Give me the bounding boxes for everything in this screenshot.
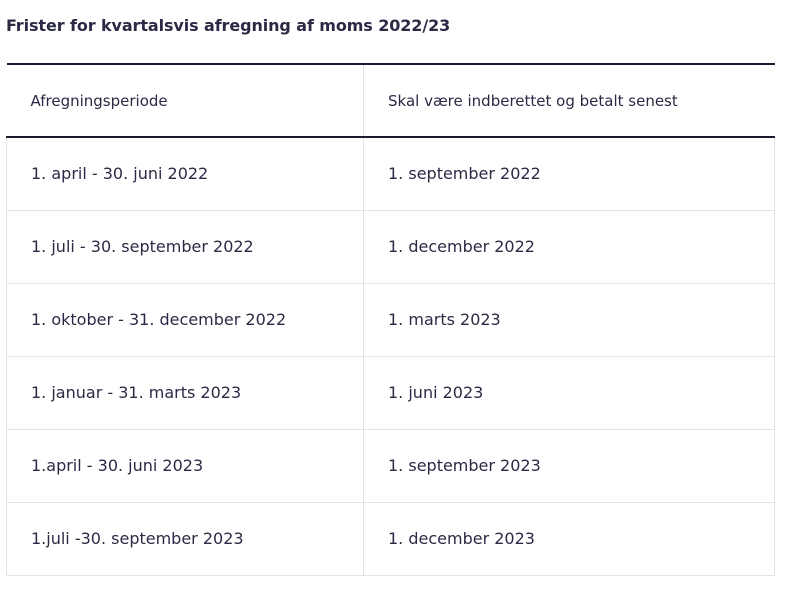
cell-deadline: 1. december 2022 — [363, 210, 775, 284]
table-caption: Frister for kvartalsvis afregning af mom… — [6, 16, 451, 35]
deadlines-table-container: Afregningsperiode Skal være indberettet … — [6, 63, 775, 576]
cell-deadline: 1. december 2023 — [363, 502, 775, 576]
table-row: 1. januar - 31. marts 2023 1. juni 2023 — [6, 356, 775, 430]
cell-period: 1.april - 30. juni 2023 — [6, 429, 364, 503]
cell-deadline: 1. september 2023 — [363, 429, 775, 503]
table-header-row: Afregningsperiode Skal være indberettet … — [6, 63, 775, 138]
cell-period: 1. april - 30. juni 2022 — [6, 137, 364, 211]
cell-period: 1. oktober - 31. december 2022 — [6, 283, 364, 357]
cell-deadline: 1. juni 2023 — [363, 356, 775, 430]
table-row: 1.april - 30. juni 2023 1. september 202… — [6, 429, 775, 503]
cell-period: 1.juli -30. september 2023 — [6, 502, 364, 576]
table-header: Afregningsperiode Skal være indberettet … — [6, 63, 775, 138]
table-row: 1. oktober - 31. december 2022 1. marts … — [6, 283, 775, 357]
cell-period: 1. juli - 30. september 2022 — [6, 210, 364, 284]
table-row: 1. juli - 30. september 2022 1. december… — [6, 210, 775, 284]
cell-deadline: 1. marts 2023 — [363, 283, 775, 357]
vat-deadlines-table: Afregningsperiode Skal være indberettet … — [6, 63, 775, 576]
table-row: 1. april - 30. juni 2022 1. september 20… — [6, 137, 775, 211]
table-row: 1.juli -30. september 2023 1. december 2… — [6, 502, 775, 576]
table-body: 1. april - 30. juni 2022 1. september 20… — [6, 137, 775, 576]
cell-deadline: 1. september 2022 — [363, 137, 775, 211]
column-header-deadline: Skal være indberettet og betalt senest — [363, 63, 775, 138]
column-header-period: Afregningsperiode — [6, 63, 364, 138]
cell-period: 1. januar - 31. marts 2023 — [6, 356, 364, 430]
